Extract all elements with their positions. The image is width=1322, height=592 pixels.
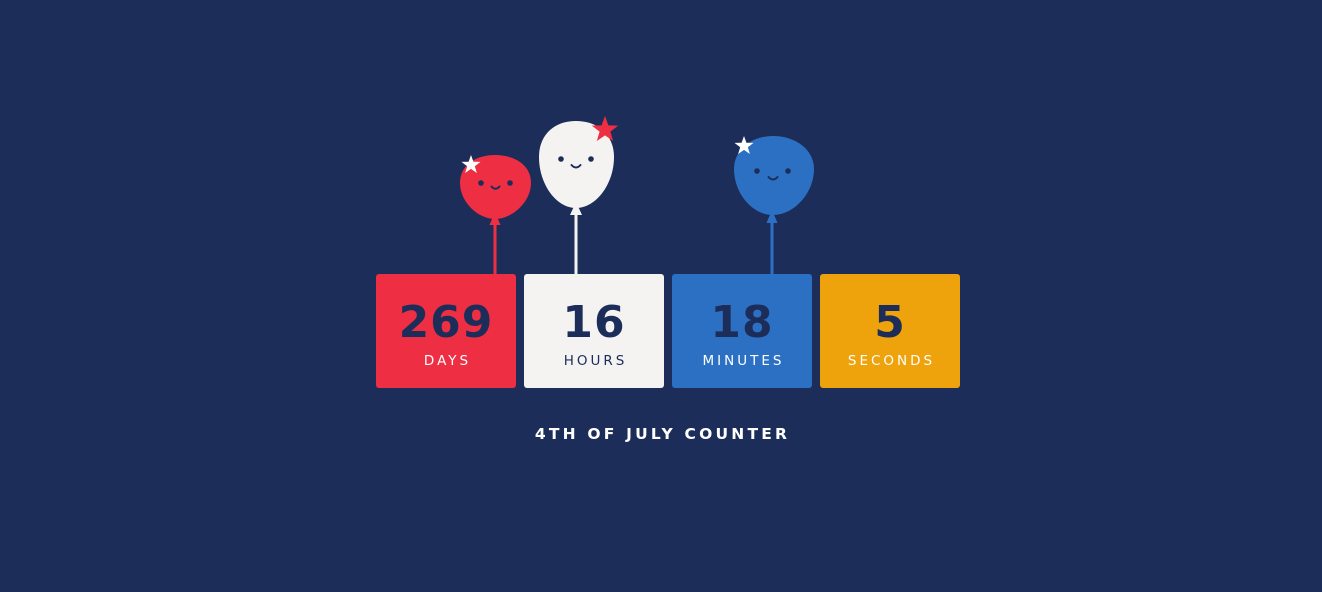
days-label: DAYS (423, 353, 472, 369)
minutes-label: MINUTES (702, 353, 785, 369)
smiley-face-icon (558, 156, 594, 169)
minutes-box: 18 MINUTES (672, 274, 812, 388)
hours-value: 16 (562, 297, 626, 348)
smiley-face-icon (754, 168, 791, 181)
star-icon (461, 155, 481, 173)
hours-label: HOURS (563, 353, 628, 369)
days-box: 269 DAYS (376, 274, 516, 388)
red-balloon-icon (460, 155, 531, 274)
hours-box: 16 HOURS (524, 274, 664, 388)
star-icon (734, 136, 754, 154)
white-balloon-icon (539, 116, 619, 274)
days-value: 269 (398, 297, 494, 348)
minutes-value: 18 (710, 297, 774, 348)
countdown-counter: 269 DAYS 16 HOURS 18 MINUTES 5 SECONDS (376, 274, 960, 388)
seconds-box: 5 SECONDS (820, 274, 960, 388)
seconds-value: 5 (874, 297, 906, 348)
star-icon (591, 116, 619, 141)
smiley-face-icon (478, 180, 513, 190)
seconds-label: SECONDS (847, 353, 936, 369)
blue-balloon-icon (734, 136, 814, 274)
page-title: 4TH OF JULY COUNTER (534, 425, 791, 443)
